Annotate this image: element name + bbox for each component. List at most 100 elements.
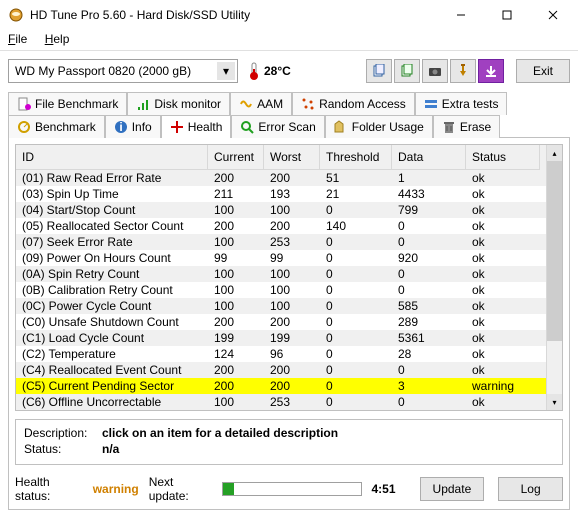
- tab-health[interactable]: Health: [161, 115, 232, 138]
- next-update-progress: [222, 482, 362, 496]
- cell-worst: 253: [264, 394, 320, 410]
- table-row[interactable]: (C4) Reallocated Event Count20020000ok: [16, 362, 546, 378]
- tab-label: File Benchmark: [35, 97, 118, 111]
- cell-current: 100: [208, 298, 264, 314]
- smart-grid: ID Current Worst Threshold Data Status (…: [15, 144, 563, 411]
- exit-button[interactable]: Exit: [516, 59, 570, 83]
- log-button[interactable]: Log: [498, 477, 563, 501]
- cell-worst: 200: [264, 314, 320, 330]
- menu-help[interactable]: Help: [45, 32, 70, 46]
- tab-aam[interactable]: AAM: [230, 92, 292, 115]
- table-row[interactable]: (0C) Power Cycle Count1001000585ok: [16, 298, 546, 314]
- col-threshold[interactable]: Threshold: [320, 145, 392, 170]
- scroll-thumb[interactable]: [547, 161, 562, 341]
- cell-data: 3: [392, 378, 466, 394]
- tab-folder-usage[interactable]: Folder Usage: [325, 115, 433, 138]
- cell-current: 99: [208, 250, 264, 266]
- scroll-down-button[interactable]: ▾: [547, 394, 562, 410]
- cell-worst: 100: [264, 298, 320, 314]
- cell-current: 124: [208, 346, 264, 362]
- description-label: Description:: [24, 426, 94, 440]
- col-id[interactable]: ID: [16, 145, 208, 170]
- table-row[interactable]: (0A) Spin Retry Count10010000ok: [16, 266, 546, 282]
- drive-label: WD My Passport 0820 (2000 gB): [15, 64, 191, 78]
- tab-benchmark[interactable]: Benchmark: [8, 115, 105, 138]
- cell-data: 289: [392, 314, 466, 330]
- tabs: File Benchmark Disk monitor AAMRandom Acce…: [0, 91, 578, 137]
- cell-threshold: 0: [320, 394, 392, 410]
- table-row[interactable]: (C2) Temperature12496028ok: [16, 346, 546, 362]
- health-status-value: warning: [93, 482, 139, 496]
- cell-worst: 253: [264, 234, 320, 250]
- cell-current: 200: [208, 362, 264, 378]
- cell-id: (C1) Load Cycle Count: [16, 330, 208, 346]
- cell-status: ok: [466, 170, 540, 186]
- status-value: n/a: [102, 442, 119, 456]
- table-row[interactable]: (05) Reallocated Sector Count2002001400o…: [16, 218, 546, 234]
- table-row[interactable]: (01) Raw Read Error Rate200200511ok: [16, 170, 546, 186]
- cell-data: 4433: [392, 186, 466, 202]
- menu-file[interactable]: File: [8, 32, 27, 46]
- cell-threshold: 0: [320, 362, 392, 378]
- cell-worst: 200: [264, 170, 320, 186]
- scrollbar[interactable]: ▴ ▾: [546, 145, 562, 410]
- tab-error-scan[interactable]: Error Scan: [231, 115, 324, 138]
- scroll-up-button[interactable]: ▴: [547, 145, 562, 161]
- toolbar-icons: [366, 59, 504, 83]
- close-button[interactable]: [530, 0, 576, 30]
- cell-data: 5361: [392, 330, 466, 346]
- table-row[interactable]: (0B) Calibration Retry Count10010000ok: [16, 282, 546, 298]
- tab-info[interactable]: iInfo: [105, 115, 161, 138]
- col-worst[interactable]: Worst: [264, 145, 320, 170]
- tab-label: Error Scan: [258, 120, 315, 134]
- cell-current: 199: [208, 330, 264, 346]
- tab-label: Disk monitor: [154, 97, 221, 111]
- table-row[interactable]: (C0) Unsafe Shutdown Count2002000289ok: [16, 314, 546, 330]
- maximize-button[interactable]: [484, 0, 530, 30]
- cell-id: (01) Raw Read Error Rate: [16, 170, 208, 186]
- cell-status: ok: [466, 234, 540, 250]
- tab-extra-tests[interactable]: Extra tests: [415, 92, 508, 115]
- col-current[interactable]: Current: [208, 145, 264, 170]
- table-row[interactable]: (09) Power On Hours Count99990920ok: [16, 250, 546, 266]
- tab-erase[interactable]: Erase: [433, 115, 500, 138]
- description-box: Description: click on an item for a deta…: [15, 419, 563, 465]
- screenshot-button[interactable]: [422, 59, 448, 83]
- table-row[interactable]: (04) Start/Stop Count1001000799ok: [16, 202, 546, 218]
- chevron-down-icon: ▾: [217, 62, 235, 80]
- table-row[interactable]: (03) Spin Up Time211193214433ok: [16, 186, 546, 202]
- update-button[interactable]: Update: [420, 477, 485, 501]
- cell-threshold: 0: [320, 266, 392, 282]
- cell-id: (C6) Offline Uncorrectable: [16, 394, 208, 410]
- table-row[interactable]: (C6) Offline Uncorrectable10025300ok: [16, 394, 546, 410]
- tab-disk-monitor[interactable]: Disk monitor: [127, 92, 230, 115]
- options-button[interactable]: [450, 59, 476, 83]
- drive-select[interactable]: WD My Passport 0820 (2000 gB) ▾: [8, 59, 238, 83]
- health-status-label: Health status:: [15, 475, 83, 503]
- cell-current: 100: [208, 282, 264, 298]
- cell-data: 0: [392, 282, 466, 298]
- cell-worst: 193: [264, 186, 320, 202]
- cell-threshold: 0: [320, 330, 392, 346]
- copy-screenshot-button[interactable]: [394, 59, 420, 83]
- table-row[interactable]: (C1) Load Cycle Count19919905361ok: [16, 330, 546, 346]
- table-row[interactable]: (C5) Current Pending Sector20020003warni…: [16, 378, 546, 394]
- cell-current: 200: [208, 378, 264, 394]
- tab-label: Erase: [460, 120, 491, 134]
- app-icon: [8, 7, 24, 23]
- cell-status: warning: [466, 378, 540, 394]
- col-status[interactable]: Status: [466, 145, 540, 170]
- cell-id: (05) Reallocated Sector Count: [16, 218, 208, 234]
- copy-info-button[interactable]: [366, 59, 392, 83]
- save-button[interactable]: [478, 59, 504, 83]
- table-row[interactable]: (07) Seek Error Rate10025300ok: [16, 234, 546, 250]
- cell-status: ok: [466, 250, 540, 266]
- col-data[interactable]: Data: [392, 145, 466, 170]
- tab-file-benchmark[interactable]: File Benchmark: [8, 92, 127, 115]
- minimize-button[interactable]: [438, 0, 484, 30]
- window-title: HD Tune Pro 5.60 - Hard Disk/SSD Utility: [30, 8, 438, 22]
- cell-worst: 200: [264, 362, 320, 378]
- cell-data: 1: [392, 170, 466, 186]
- tab-random-access[interactable]: Random Access: [292, 92, 415, 115]
- cell-data: 585: [392, 298, 466, 314]
